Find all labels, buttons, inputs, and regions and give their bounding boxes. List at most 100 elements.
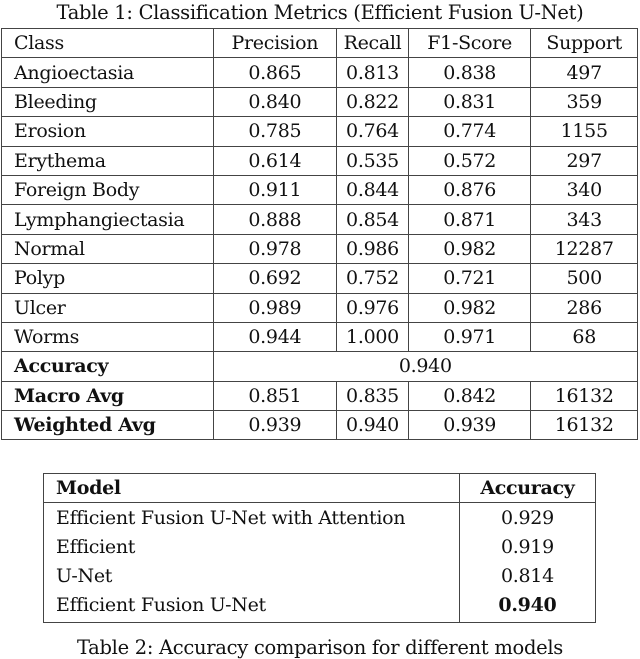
metric-cell: 0.871 (407, 204, 532, 235)
accuracy-label: Accuracy (1, 351, 214, 382)
metric-cell: 0.854 (336, 204, 409, 235)
metric-cell: 0.911 (212, 174, 338, 206)
metric-cell: 0.976 (336, 292, 409, 323)
summary-label: Weighted Avg (1, 410, 214, 441)
class-name-cell: Normal (1, 233, 214, 265)
header-model: Model (43, 473, 460, 503)
metric-cell: 0.842 (407, 380, 532, 412)
table-row: Erosion 0.785 0.764 0.774 1155 (1, 116, 638, 147)
metric-cell: 0.851 (212, 380, 338, 412)
table-row: Efficient 0.919 (43, 533, 597, 562)
table1-header-row: Class Precision Recall F1-Score Support (1, 27, 638, 59)
model-name-cell: Efficient Fusion U-Net with Attention (43, 502, 460, 533)
metric-cell: 497 (530, 57, 638, 88)
table-row: Erythema 0.614 0.535 0.572 297 (1, 145, 638, 176)
metric-cell: 0.831 (407, 86, 532, 118)
metric-cell: 0.982 (407, 292, 532, 323)
table-row: Bleeding 0.840 0.822 0.831 359 (1, 86, 638, 118)
class-name-cell: Worms (1, 321, 214, 353)
table-row: Foreign Body 0.911 0.844 0.876 340 (1, 174, 638, 206)
metric-cell: 0.764 (336, 116, 409, 147)
weighted-avg-row: Weighted Avg 0.939 0.940 0.939 16132 (1, 410, 638, 441)
metric-cell: 0.774 (407, 116, 532, 147)
metric-cell: 0.721 (407, 263, 532, 294)
metric-cell: 16132 (530, 410, 638, 441)
metric-cell: 0.813 (336, 57, 409, 88)
summary-label: Macro Avg (1, 380, 214, 412)
model-accuracy-table: Model Accuracy Efficient Fusion U-Net wi… (43, 473, 597, 623)
metric-cell: 0.982 (407, 233, 532, 265)
metric-cell: 0.978 (212, 233, 338, 265)
header-class: Class (1, 27, 214, 59)
metric-cell: 0.986 (336, 233, 409, 265)
metric-cell: 12287 (530, 233, 638, 265)
metric-cell: 16132 (530, 380, 638, 412)
metric-cell: 343 (530, 204, 638, 235)
table-row: Worms 0.944 1.000 0.971 68 (1, 321, 638, 353)
metric-cell: 68 (530, 321, 638, 353)
header-accuracy: Accuracy (458, 473, 597, 503)
table-row: Efficient Fusion U-Net 0.940 (43, 591, 597, 623)
metric-cell: 1.000 (336, 321, 409, 353)
metric-cell: 1155 (530, 116, 638, 147)
accuracy-row: Accuracy 0.940 (1, 351, 639, 382)
metric-cell: 0.614 (212, 145, 338, 176)
table-row: Efficient Fusion U-Net with Attention 0.9… (43, 502, 597, 533)
metric-cell: 0.876 (407, 174, 532, 206)
accuracy-cell: 0.929 (458, 502, 597, 533)
metric-cell: 0.865 (212, 57, 338, 88)
accuracy-cell: 0.919 (458, 533, 597, 562)
table2-header-row: Model Accuracy (43, 473, 597, 503)
metric-cell: 0.939 (407, 410, 532, 441)
metric-cell: 0.888 (212, 204, 338, 235)
table2-caption: Table 2: Accuracy comparison for differe… (76, 636, 564, 659)
table2-body: Efficient Fusion U-Net with Attention 0.9… (43, 502, 597, 623)
table-row: Angioectasia 0.865 0.813 0.838 497 (1, 57, 638, 88)
metric-cell: 340 (530, 174, 638, 206)
table-row: U-Net 0.814 (43, 562, 597, 591)
accuracy-cell: 0.814 (458, 562, 597, 591)
table-row: Ulcer 0.989 0.976 0.982 286 (1, 292, 638, 323)
table1-caption: Table 1: Classification Metrics (Efficie… (56, 1, 584, 24)
metric-cell: 0.971 (407, 321, 532, 353)
table-row: Polyp 0.692 0.752 0.721 500 (1, 263, 638, 294)
metric-cell: 500 (530, 263, 638, 294)
model-name-cell: U-Net (43, 562, 460, 591)
class-name-cell: Ulcer (1, 292, 214, 323)
metric-cell: 0.692 (212, 263, 338, 294)
metric-cell: 0.835 (336, 380, 409, 412)
metric-cell: 0.535 (336, 145, 409, 176)
header-f1-score: F1-Score (407, 27, 532, 59)
accuracy-value: 0.940 (212, 351, 639, 382)
metric-cell: 0.838 (407, 57, 532, 88)
classification-metrics-table: Class Precision Recall F1-Score Support … (1, 27, 639, 441)
metric-cell: 0.989 (212, 292, 338, 323)
metric-cell: 286 (530, 292, 638, 323)
metric-cell: 0.840 (212, 86, 338, 118)
class-name-cell: Polyp (1, 263, 214, 294)
header-recall: Recall (336, 27, 409, 59)
macro-avg-row: Macro Avg 0.851 0.835 0.842 16132 (1, 380, 638, 412)
metric-cell: 0.944 (212, 321, 338, 353)
class-name-cell: Lymphangiectasia (1, 204, 214, 235)
class-name-cell: Angioectasia (1, 57, 214, 88)
best-accuracy-cell: 0.940 (458, 591, 597, 623)
metric-cell: 0.940 (336, 410, 409, 441)
class-name-cell: Erosion (1, 116, 214, 147)
metric-cell: 297 (530, 145, 638, 176)
class-name-cell: Bleeding (1, 86, 214, 118)
metric-cell: 0.822 (336, 86, 409, 118)
table1-body: Angioectasia 0.865 0.813 0.838 497 Bleeding 0.… (1, 57, 639, 441)
table-row: Normal 0.978 0.986 0.982 12287 (1, 233, 638, 265)
header-precision: Precision (212, 27, 338, 59)
metric-cell: 0.844 (336, 174, 409, 206)
metric-cell: 0.785 (212, 116, 338, 147)
model-name-cell: Efficient (43, 533, 460, 562)
table-row: Lymphangiectasia 0.888 0.854 0.871 343 (1, 204, 638, 235)
metric-cell: 0.572 (407, 145, 532, 176)
metric-cell: 0.752 (336, 263, 409, 294)
model-name-cell: Efficient Fusion U-Net (43, 591, 460, 623)
class-name-cell: Erythema (1, 145, 214, 176)
metric-cell: 0.939 (212, 410, 338, 441)
metric-cell: 359 (530, 86, 638, 118)
